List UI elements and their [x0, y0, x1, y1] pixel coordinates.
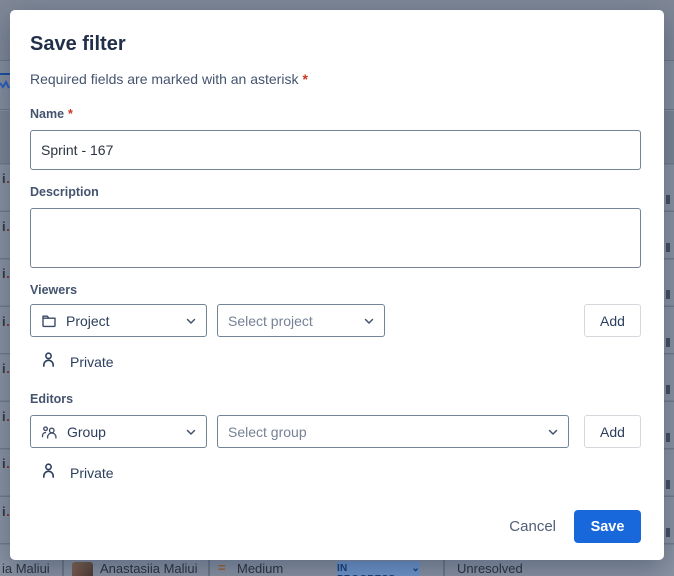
- avatar: [72, 562, 93, 576]
- status-badge: IN PROGRESS ⌄: [337, 561, 420, 576]
- person-icon: [40, 462, 57, 484]
- save-button[interactable]: Save: [574, 510, 641, 543]
- background-row-mark: [666, 385, 670, 394]
- chevron-down-icon: [184, 425, 198, 439]
- viewers-section-label: Viewers: [30, 282, 641, 298]
- background-row-mark: [666, 480, 670, 489]
- viewers-value-select[interactable]: Select project: [217, 304, 385, 337]
- background-row-text-fragment: i: [2, 314, 10, 329]
- status-chevron-icon: ⌄: [411, 563, 420, 574]
- background-row-text-fragment: i: [2, 266, 10, 281]
- folder-icon: [41, 313, 57, 329]
- background-row-text-fragment: i: [2, 171, 10, 186]
- background-row-mark: [666, 528, 670, 537]
- editors-value-select[interactable]: Select group: [217, 415, 569, 448]
- name-field-label: Name*: [30, 106, 641, 122]
- background-row-mark: [666, 290, 670, 299]
- assignee-name: Anastasiia Maliui: [100, 561, 198, 576]
- required-fields-note: Required fields are marked with an aster…: [30, 69, 641, 89]
- viewers-type-value: Project: [66, 313, 178, 329]
- save-filter-dialog: Save filter Required fields are marked w…: [10, 10, 664, 560]
- background-row-text-fragment: i: [2, 456, 10, 471]
- required-asterisk: *: [302, 71, 307, 87]
- background-table-row: ia Maliui Anastasiia Maliui = Medium IN …: [0, 560, 674, 576]
- people-icon: [41, 424, 58, 440]
- priority-label: Medium: [237, 561, 283, 576]
- status-badge-label: IN PROGRESS: [337, 563, 408, 576]
- description-field-label: Description: [30, 184, 641, 200]
- background-row-mark: [666, 338, 670, 347]
- person-icon: [40, 351, 57, 373]
- chevron-down-icon: [546, 425, 560, 439]
- required-asterisk: *: [68, 107, 73, 121]
- viewers-type-select[interactable]: Project: [30, 304, 207, 337]
- cancel-button[interactable]: Cancel: [497, 512, 568, 541]
- viewers-privacy-row: Private: [40, 351, 641, 373]
- editors-privacy-row: Private: [40, 462, 641, 484]
- resolution-label: Unresolved: [457, 561, 523, 576]
- required-note-text: Required fields are marked with an aster…: [30, 71, 298, 87]
- filter-name-input[interactable]: [30, 130, 641, 170]
- editors-type-select[interactable]: Group: [30, 415, 207, 448]
- background-zigzag-fragment: [0, 79, 10, 95]
- viewers-value-placeholder: Select project: [228, 313, 356, 329]
- viewers-add-button[interactable]: Add: [584, 304, 641, 337]
- editors-add-button[interactable]: Add: [584, 415, 641, 448]
- chevron-down-icon: [184, 314, 198, 328]
- priority-medium-icon: =: [218, 560, 226, 575]
- background-row-mark: [666, 243, 670, 252]
- background-row-text-fragment: i: [2, 504, 10, 519]
- editors-section-label: Editors: [30, 391, 641, 407]
- background-row-text-fragment: i: [2, 219, 10, 234]
- chevron-down-icon: [362, 314, 376, 328]
- background-blue-border-fragment: [0, 73, 10, 75]
- background-row-text-fragment: i: [2, 361, 10, 376]
- background-row-mark: [666, 433, 670, 442]
- assignee-fragment: ia Maliui: [2, 561, 50, 576]
- dialog-footer: Cancel Save: [30, 510, 641, 543]
- viewers-select-row: Project Select project Add: [30, 304, 641, 337]
- column-divider: [443, 560, 445, 576]
- background-row-mark: [666, 195, 670, 204]
- background-row-text-fragment: i: [2, 409, 10, 424]
- editors-value-placeholder: Select group: [228, 424, 540, 440]
- editors-type-value: Group: [67, 424, 178, 440]
- column-divider: [62, 560, 64, 576]
- editors-select-row: Group Select group Add: [30, 415, 641, 448]
- description-textarea[interactable]: [30, 208, 641, 268]
- viewers-privacy-label: Private: [70, 354, 114, 370]
- dialog-title: Save filter: [30, 32, 641, 56]
- editors-privacy-label: Private: [70, 465, 114, 481]
- column-divider: [208, 560, 210, 576]
